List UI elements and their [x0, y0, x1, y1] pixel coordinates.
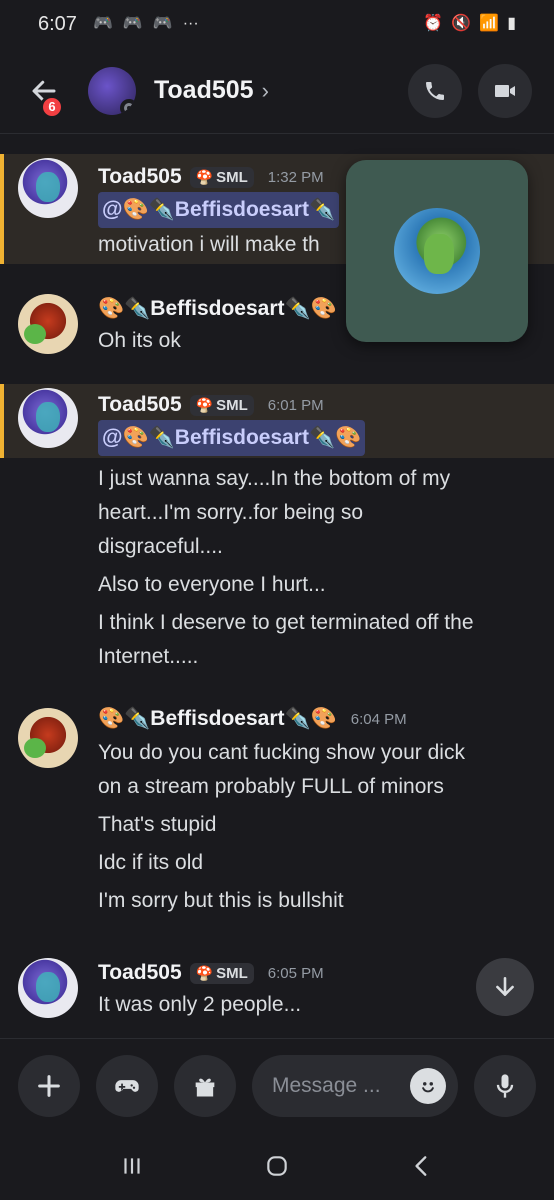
discord-icon: 🎮	[92, 15, 113, 32]
timestamp: 6:04 PM	[350, 710, 407, 728]
avatar[interactable]	[18, 708, 78, 768]
message-text: I think I deserve to get terminated off …	[98, 611, 474, 634]
voice-message-button[interactable]	[474, 1054, 536, 1117]
attach-button[interactable]	[18, 1054, 80, 1117]
recent-apps-button[interactable]	[102, 1146, 162, 1186]
system-nav-bar	[0, 1132, 554, 1200]
alarm-icon: ⏰	[423, 15, 444, 32]
recent-apps-icon	[124, 1158, 140, 1174]
video-icon	[495, 84, 515, 97]
message-text: heart...I'm sorry..for being so	[98, 501, 364, 524]
timestamp: 1:32 PM	[267, 168, 324, 186]
arrow-down-icon	[496, 977, 514, 996]
back-button[interactable]: 6	[22, 69, 66, 119]
message-text: Idc if its old	[98, 851, 204, 874]
chevron-left-icon	[415, 1156, 427, 1176]
emoji-button[interactable]	[410, 1067, 446, 1104]
username[interactable]: Toad505	[98, 165, 182, 189]
mute-icon: 🔇	[451, 15, 472, 32]
message-item[interactable]: 🎨✒️Beffisdoesart✒️🎨 6:04 PM You do you c…	[0, 704, 554, 934]
mushroom-icon: 🍄	[195, 396, 214, 413]
more-icon: ···	[182, 15, 199, 32]
username[interactable]: 🎨✒️Beffisdoesart✒️🎨	[98, 297, 337, 321]
channel-name: Toad505	[154, 76, 254, 104]
message-text: That's stupid	[98, 813, 217, 836]
page-title[interactable]: Toad505 ›	[154, 76, 269, 105]
user-mention[interactable]: @🎨✒️Beffisdoesart✒️🎨	[98, 420, 366, 456]
smiley-icon	[422, 1081, 434, 1092]
user-mention[interactable]: @🎨✒️Beffisdoesart✒️	[98, 192, 340, 228]
username[interactable]: Toad505	[98, 961, 182, 985]
gift-icon	[195, 1078, 215, 1096]
timestamp: 6:05 PM	[267, 964, 324, 982]
chat-header: 6 Toad505 ›	[0, 48, 554, 134]
phone-icon	[426, 81, 444, 100]
home-button[interactable]	[247, 1146, 307, 1186]
plus-icon	[38, 1074, 60, 1097]
avatar[interactable]	[18, 294, 78, 354]
avatar[interactable]	[18, 388, 78, 448]
video-call-button[interactable]	[478, 63, 532, 118]
username[interactable]: 🎨✒️Beffisdoesart✒️🎨	[98, 707, 337, 731]
chevron-right-icon: ›	[261, 77, 269, 103]
message-text: You do you cant fucking show your dick	[98, 741, 465, 764]
timestamp: 6:01 PM	[267, 396, 324, 414]
message-item[interactable]: Toad505 🍄 SML 6:05 PM It was only 2 peopl…	[0, 954, 554, 1038]
message-item[interactable]: Toad505 🍄 SML 6:01 PM @🎨✒️Beffisdoesart✒️…	[0, 384, 554, 684]
battery-icon: ▮	[507, 15, 516, 32]
system-back-button[interactable]	[392, 1146, 452, 1186]
unread-badge: 6	[40, 94, 64, 119]
wifi-icon: 📶	[479, 15, 500, 32]
status-indicator	[120, 98, 136, 115]
call-participant-avatar	[394, 208, 480, 294]
message-input[interactable]	[272, 1073, 410, 1098]
mushroom-icon: 🍄	[195, 964, 214, 981]
microphone-icon	[496, 1073, 514, 1098]
message-text: disgraceful....	[98, 535, 223, 558]
status-bar: 6:07 🎮 🎮 🎮 ··· ⏰ 🔇 📶 ▮	[0, 0, 554, 48]
gamepad-icon	[115, 1079, 139, 1092]
message-composer	[0, 1038, 554, 1132]
mushroom-icon: 🍄	[195, 168, 214, 185]
message-text: I just wanna say....In the bottom of my	[98, 467, 451, 490]
avatar[interactable]	[18, 958, 78, 1018]
home-icon	[267, 1156, 287, 1176]
gift-button[interactable]	[174, 1054, 236, 1117]
avatar[interactable]	[88, 66, 136, 115]
status-time: 6:07	[38, 12, 77, 35]
discord-icon: 🎮	[152, 15, 173, 32]
voice-call-button[interactable]	[408, 63, 462, 118]
username[interactable]: Toad505	[98, 393, 182, 417]
message-text: on a stream probably FULL of minors	[98, 775, 444, 798]
avatar[interactable]	[18, 158, 78, 218]
jump-to-bottom-button[interactable]	[476, 958, 534, 1016]
call-preview-overlay[interactable]	[346, 160, 528, 342]
activities-button[interactable]	[96, 1054, 158, 1117]
message-text: I'm sorry but this is bullshit	[98, 889, 344, 912]
server-tag[interactable]: 🍄 SML	[189, 962, 254, 984]
message-text: Also to everyone I hurt...	[98, 573, 326, 596]
message-text: Internet.....	[98, 645, 199, 668]
server-tag[interactable]: 🍄 SML	[189, 166, 254, 188]
message-input-container[interactable]	[252, 1054, 458, 1117]
discord-icon: 🎮	[122, 15, 143, 32]
server-tag[interactable]: 🍄 SML	[189, 394, 254, 416]
